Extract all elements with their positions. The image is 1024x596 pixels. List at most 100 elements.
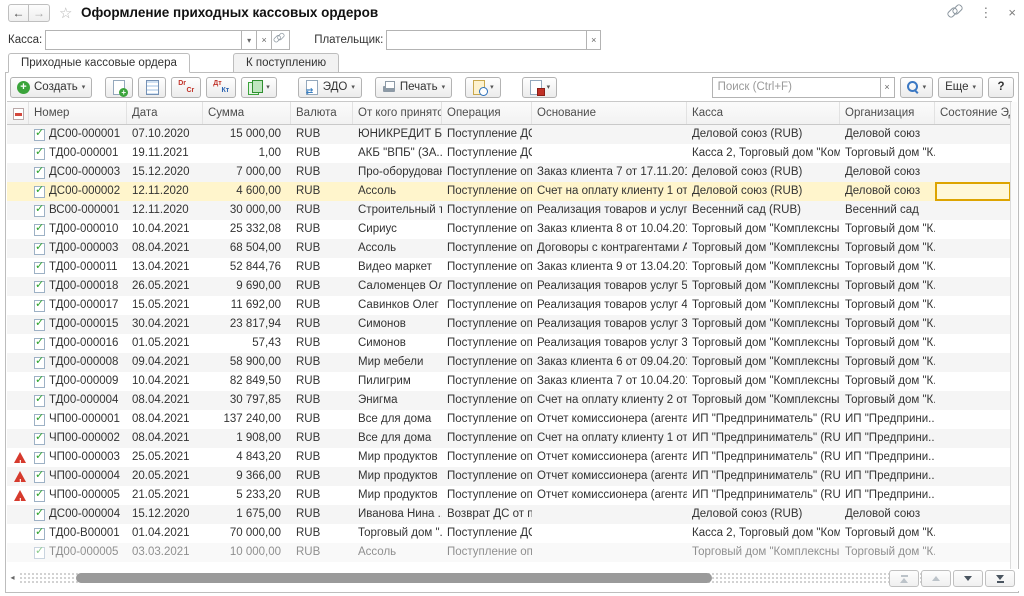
cell-date[interactable]: 10.04.2021: [127, 220, 203, 239]
cell-basis[interactable]: Заказ клиента 8 от 10.04.2015: [532, 220, 687, 239]
cell-operation[interactable]: Поступление оп...: [442, 334, 532, 353]
cell-currency[interactable]: RUB: [291, 372, 353, 391]
cell-kassa[interactable]: Касса 2, Торговый дом "Компл...: [687, 144, 840, 163]
table-row[interactable]: ТД00-00000308.04.202168 504,00RUBАссольП…: [7, 239, 1012, 258]
cell-basis[interactable]: Счет на оплату клиенту 2 от 08...: [532, 391, 687, 410]
table-row[interactable]: ЧП00-00000108.04.2021137 240,00RUBВсе дл…: [7, 410, 1012, 429]
cell-basis[interactable]: Реализация товаров услуг 51 от...: [532, 277, 687, 296]
column-header-basis[interactable]: Основание: [532, 102, 687, 124]
cell-date[interactable]: 19.11.2021: [127, 144, 203, 163]
cell-kassa[interactable]: Торговый дом "Комплексный" (...: [687, 372, 840, 391]
cell-number[interactable]: ДС00-000003: [29, 163, 127, 182]
table-row[interactable]: ДС00-00000415.12.20201 675,00RUBИванова …: [7, 505, 1012, 524]
cell-from[interactable]: Энигма: [353, 391, 442, 410]
cell-from[interactable]: Про-оборудование: [353, 163, 442, 182]
cell-basis[interactable]: Договоры с контрагентами АСС...: [532, 239, 687, 258]
cell-from[interactable]: Все для дома: [353, 429, 442, 448]
table-row[interactable]: ТД00-00000910.04.202182 849,50RUBПилигри…: [7, 372, 1012, 391]
cell-edo[interactable]: [935, 239, 1011, 258]
cell-operation[interactable]: Поступление оп...: [442, 429, 532, 448]
cell-basis[interactable]: Счет на оплату клиенту 1 от 08...: [532, 429, 687, 448]
cell-basis[interactable]: [532, 505, 687, 524]
column-header-sum[interactable]: Сумма: [203, 102, 291, 124]
cell-org[interactable]: Торговый дом "К...: [840, 220, 935, 239]
cell-sum[interactable]: 4 843,20: [203, 448, 291, 467]
cell-edo[interactable]: [935, 163, 1011, 182]
table-row[interactable]: ДС00-00000107.10.202015 000,00RUBЮНИКРЕД…: [7, 125, 1012, 144]
cell-edo[interactable]: [935, 505, 1011, 524]
tab-to-receipt[interactable]: К поступлению: [233, 53, 339, 73]
cell-kassa[interactable]: ИП "Предприниматель" (RUB): [687, 429, 840, 448]
cell-operation[interactable]: Поступление оп...: [442, 258, 532, 277]
cell-from[interactable]: Иванова Нина ...: [353, 505, 442, 524]
cell-sum[interactable]: 9 690,00: [203, 277, 291, 296]
cell-from[interactable]: Мир продуктов: [353, 467, 442, 486]
dtkt-entries-button[interactable]: ДтКт: [206, 77, 236, 98]
cell-kassa[interactable]: ИП "Предприниматель" (RUB): [687, 448, 840, 467]
cell-from[interactable]: Саломенцев Ол...: [353, 277, 442, 296]
cell-number[interactable]: ТД00-000005: [29, 543, 127, 562]
kassa-dropdown-button[interactable]: ▾: [241, 30, 256, 50]
cell-date[interactable]: 15.12.2020: [127, 505, 203, 524]
cell-currency[interactable]: RUB: [291, 353, 353, 372]
cell-currency[interactable]: RUB: [291, 486, 353, 505]
tab-incoming-cash-orders[interactable]: Приходные кассовые ордера: [8, 53, 190, 73]
cell-sum[interactable]: 10 000,00: [203, 543, 291, 562]
cell-flag[interactable]: [7, 334, 29, 353]
cell-from[interactable]: Мир продуктов: [353, 448, 442, 467]
cell-currency[interactable]: RUB: [291, 410, 353, 429]
cell-operation[interactable]: Поступление оп...: [442, 372, 532, 391]
cell-org[interactable]: Торговый дом "К...: [840, 315, 935, 334]
cell-org[interactable]: Торговый дом "К...: [840, 334, 935, 353]
cell-date[interactable]: 10.04.2021: [127, 372, 203, 391]
cell-flag[interactable]: [7, 220, 29, 239]
cell-number[interactable]: ТД00-000010: [29, 220, 127, 239]
cell-operation[interactable]: Поступление оп...: [442, 391, 532, 410]
cell-kassa[interactable]: Касса 2, Торговый дом "Компл...: [687, 524, 840, 543]
cell-date[interactable]: 08.04.2021: [127, 239, 203, 258]
cell-kassa[interactable]: Торговый дом "Комплексный" (...: [687, 543, 840, 562]
table-row[interactable]: ТД00-В0000101.04.202170 000,00RUBТорговы…: [7, 524, 1012, 543]
cell-basis[interactable]: [532, 524, 687, 543]
help-button[interactable]: ?: [988, 77, 1014, 98]
cell-number[interactable]: ТД00-000009: [29, 372, 127, 391]
cell-flag[interactable]: [7, 258, 29, 277]
cell-date[interactable]: 15.05.2021: [127, 296, 203, 315]
cell-org[interactable]: Деловой союз: [840, 505, 935, 524]
cell-edo[interactable]: [935, 277, 1011, 296]
scroll-left-arrow[interactable]: ◂: [7, 572, 18, 584]
cell-sum[interactable]: 23 817,94: [203, 315, 291, 334]
cell-date[interactable]: 26.05.2021: [127, 277, 203, 296]
cell-sum[interactable]: 7 000,00: [203, 163, 291, 182]
cell-currency[interactable]: RUB: [291, 429, 353, 448]
cell-number[interactable]: ЧП00-000005: [29, 486, 127, 505]
cell-edo[interactable]: [935, 182, 1011, 201]
cell-currency[interactable]: RUB: [291, 296, 353, 315]
cell-flag[interactable]: [7, 201, 29, 220]
cell-flag[interactable]: [7, 524, 29, 543]
cell-kassa[interactable]: ИП "Предприниматель" (RUB): [687, 486, 840, 505]
cell-org[interactable]: ИП "Предприни...: [840, 410, 935, 429]
cell-flag[interactable]: [7, 410, 29, 429]
cell-org[interactable]: Деловой союз: [840, 182, 935, 201]
table-row[interactable]: ТД00-00000408.04.202130 797,85RUBЭнигмаП…: [7, 391, 1012, 410]
cell-kassa[interactable]: Торговый дом "Комплексный" (...: [687, 220, 840, 239]
column-header-operation[interactable]: Операция: [442, 102, 532, 124]
create-based-on-button[interactable]: ▾: [241, 77, 277, 98]
column-header-org[interactable]: Организация: [840, 102, 935, 124]
cell-edo[interactable]: [935, 144, 1011, 163]
register-records-button[interactable]: [138, 77, 166, 98]
payer-input[interactable]: [386, 30, 586, 50]
cell-currency[interactable]: RUB: [291, 334, 353, 353]
cell-operation[interactable]: Поступление оп...: [442, 353, 532, 372]
table-row[interactable]: ТД00-00000809.04.202158 900,00RUBМир меб…: [7, 353, 1012, 372]
cell-date[interactable]: 09.04.2021: [127, 353, 203, 372]
cell-date[interactable]: 08.04.2021: [127, 410, 203, 429]
cell-basis[interactable]: Заказ клиента 7 от 10.04.2015: [532, 372, 687, 391]
cell-from[interactable]: Видео маркет: [353, 258, 442, 277]
cell-operation[interactable]: Поступление оп...: [442, 448, 532, 467]
cell-number[interactable]: ТД00-000015: [29, 315, 127, 334]
column-header-kassa[interactable]: Касса: [687, 102, 840, 124]
cell-from[interactable]: Сириус: [353, 220, 442, 239]
cell-from[interactable]: Ассоль: [353, 239, 442, 258]
